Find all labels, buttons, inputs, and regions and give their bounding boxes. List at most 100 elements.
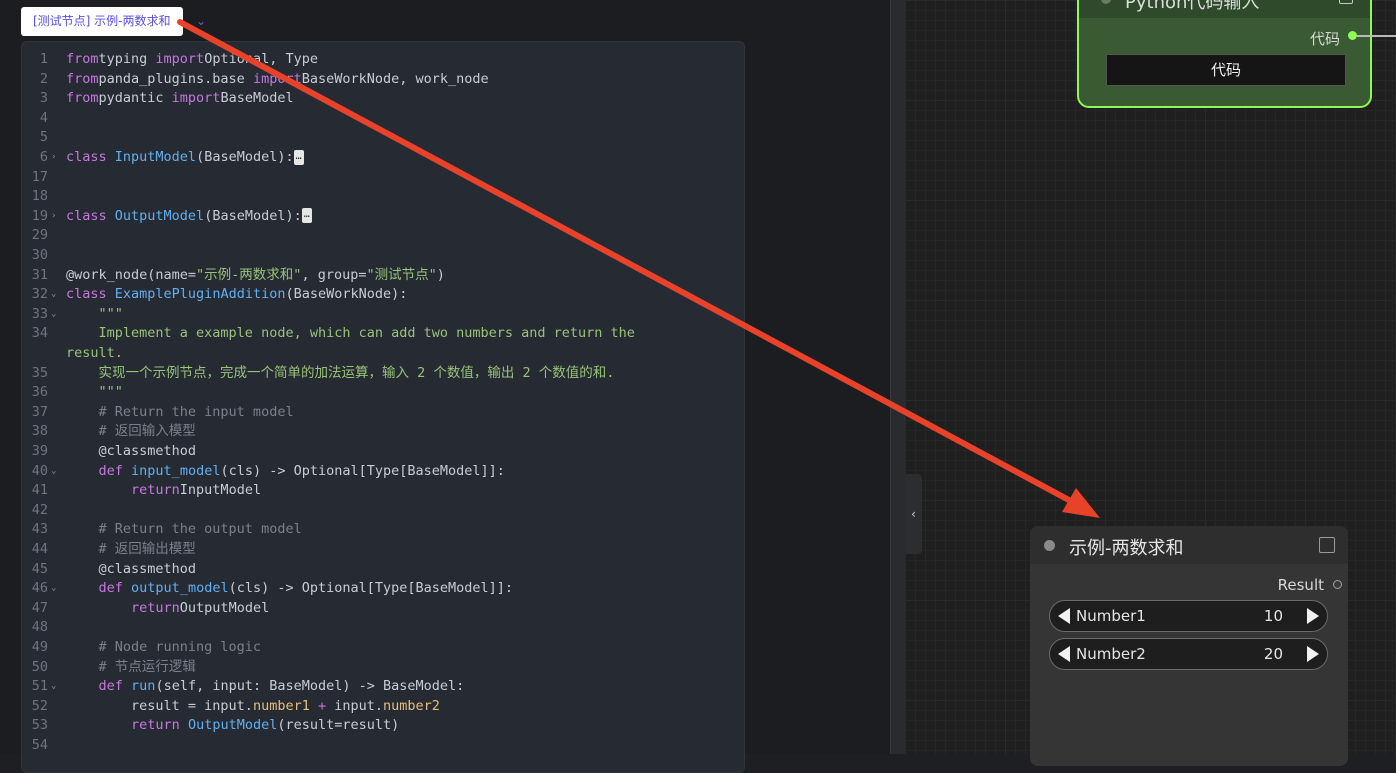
code-token: def [66, 580, 123, 597]
code-line: 48 [22, 618, 744, 638]
output-label: 代码 [1309, 30, 1340, 48]
panel-splitter[interactable] [890, 0, 905, 754]
code-token: def [66, 462, 123, 479]
code-line: 33 ⌄ """ [22, 305, 744, 325]
fold-collapse-icon[interactable]: ⌄ [51, 677, 56, 697]
python-code-node[interactable]: Python代码输入 代码 代码 [1077, 0, 1372, 108]
code-text: 实现一个示例节点，完成一个简单的加法运算，输入 2 个数值，输出 2 个数值的和… [66, 364, 615, 384]
fold-expand-icon[interactable]: › [51, 207, 56, 227]
code-line: 35 实现一个示例节点，完成一个简单的加法运算，输入 2 个数值，输出 2 个数… [22, 364, 744, 384]
code-token: OutputModel [187, 717, 278, 734]
widget-label: Number1 [1076, 607, 1146, 625]
code-text: @classmethod [66, 442, 197, 462]
increment-arrow-icon[interactable] [1307, 608, 1319, 624]
output-port-icon[interactable] [1348, 31, 1357, 40]
code-text: @work_node(name="示例-两数求和", group="测试节点") [66, 266, 445, 286]
chevron-down-icon[interactable]: ⌄ [196, 14, 210, 28]
checkbox-icon[interactable] [1339, 0, 1353, 4]
code-token: class [66, 149, 107, 165]
line-number: 41 [31, 482, 48, 499]
code-line: 53 return OutputModel(result=result) [22, 716, 744, 736]
fold-collapse-icon[interactable]: ⌄ [51, 285, 56, 305]
code-token: return [66, 717, 180, 734]
folded-ellipsis-button[interactable]: … [301, 208, 312, 224]
code-token: InputModel [179, 482, 262, 499]
code-line: 19 › class OutputModel(BaseModel):… [22, 207, 744, 227]
code-text: # 返回输出模型 [66, 540, 196, 560]
code-token: (result=result) [277, 717, 400, 734]
code-token: pydantic [98, 90, 172, 107]
code-token: @work_node(name= [66, 266, 197, 283]
code-token: "示例-两数求和" [196, 266, 302, 283]
code-token: typing [98, 51, 156, 67]
line-number: 44 [31, 541, 48, 557]
code-text: returnOutputModel [66, 599, 269, 619]
code-token: return [66, 599, 180, 616]
code-editor[interactable]: 1 fromtyping importOptional, Type 2 frompan… [21, 41, 745, 773]
line-number: 48 [31, 619, 48, 636]
code-token: # 返回输入模型 [66, 423, 196, 440]
code-token: result = input. [66, 697, 253, 714]
number1-widget[interactable]: Number1 10 [1049, 600, 1328, 632]
code-token: ) [436, 266, 445, 283]
code-field-button[interactable]: 代码 [1106, 54, 1346, 86]
code-token: input_model [131, 462, 221, 479]
increment-arrow-icon[interactable] [1307, 646, 1319, 662]
decrement-arrow-icon[interactable] [1058, 646, 1070, 662]
line-number: 54 [31, 737, 48, 753]
fold-expand-icon[interactable]: › [51, 148, 56, 168]
node-header[interactable]: Python代码输入 [1079, 0, 1370, 18]
code-token: panda_plugins.base [98, 70, 253, 87]
line-number: 2 [39, 70, 48, 87]
code-token: BaseWorkNode, work_node [301, 70, 489, 87]
code-text: frompanda_plugins.base importBaseWorkNod… [66, 70, 489, 90]
code-token: input. [334, 697, 384, 714]
line-number: 3 [39, 90, 48, 107]
line-number: 18 [31, 188, 48, 205]
code-line: 17 [22, 168, 744, 188]
code-line: 34 Implement a example node, which can a… [22, 324, 744, 344]
node-header[interactable]: 示例-两数求和 [1030, 526, 1348, 564]
collapse-panel-button[interactable]: ‹ [905, 474, 922, 554]
node-tag-button[interactable]: [测试节点] 示例-两数求和 [21, 7, 183, 36]
code-token: Implement a example node, which can add … [66, 325, 635, 342]
code-text: frompydantic importBaseModel [66, 89, 294, 109]
code-token: OutputModel [114, 207, 205, 224]
line-number: 37 [31, 403, 48, 420]
widget-value[interactable]: 10 [1264, 607, 1283, 625]
code-token: (BaseModel): [204, 207, 302, 224]
code-line: 51 ⌄ def run(self, input: BaseModel) -> B… [22, 677, 744, 697]
fold-collapse-icon[interactable]: ⌄ [51, 305, 56, 325]
line-number: 19 [31, 207, 48, 224]
fold-collapse-icon[interactable]: ⌄ [51, 462, 56, 482]
folded-ellipsis-button[interactable]: … [293, 149, 304, 165]
code-panel: [测试节点] 示例-两数求和 ⌄ 1 fromtyping importOptio… [0, 0, 890, 773]
line-number: 47 [31, 599, 48, 616]
code-token: """ [66, 305, 123, 322]
line-number: 40 [31, 462, 48, 479]
code-token: @classmethod [66, 443, 197, 459]
widget-value[interactable]: 20 [1264, 645, 1283, 663]
edit-icon[interactable] [1319, 537, 1335, 553]
code-line: 47 returnOutputModel [22, 599, 744, 619]
code-text: Implement a example node, which can add … [66, 324, 635, 344]
decrement-arrow-icon[interactable] [1058, 608, 1070, 624]
fold-collapse-icon[interactable]: ⌄ [51, 579, 56, 599]
line-number: 17 [31, 168, 48, 185]
code-token: , group= [301, 266, 367, 283]
code-line: 30 [22, 246, 744, 266]
code-line: 32 ⌄ class ExamplePluginAddition(BaseWorkN… [22, 285, 744, 305]
code-token: ExamplePluginAddition [114, 286, 286, 303]
code-token: 实现一个示例节点，完成一个简单的加法运算，输入 2 个数值，输出 2 个数值的和… [66, 364, 615, 381]
example-addition-node[interactable]: 示例-两数求和 Result Number1 10 Number2 20 [1030, 526, 1348, 766]
node-title: Python代码输入 [1125, 0, 1260, 13]
code-line: result. [22, 344, 744, 364]
line-number: 1 [39, 51, 48, 67]
number2-widget[interactable]: Number2 20 [1049, 638, 1328, 670]
code-token: import [155, 51, 205, 67]
line-number: 5 [39, 129, 48, 146]
code-line: 31 @work_node(name="示例-两数求和", group="测试节点… [22, 266, 744, 286]
code-line: 42 [22, 501, 744, 521]
output-port-icon[interactable] [1333, 580, 1342, 589]
code-token: import [171, 90, 221, 107]
